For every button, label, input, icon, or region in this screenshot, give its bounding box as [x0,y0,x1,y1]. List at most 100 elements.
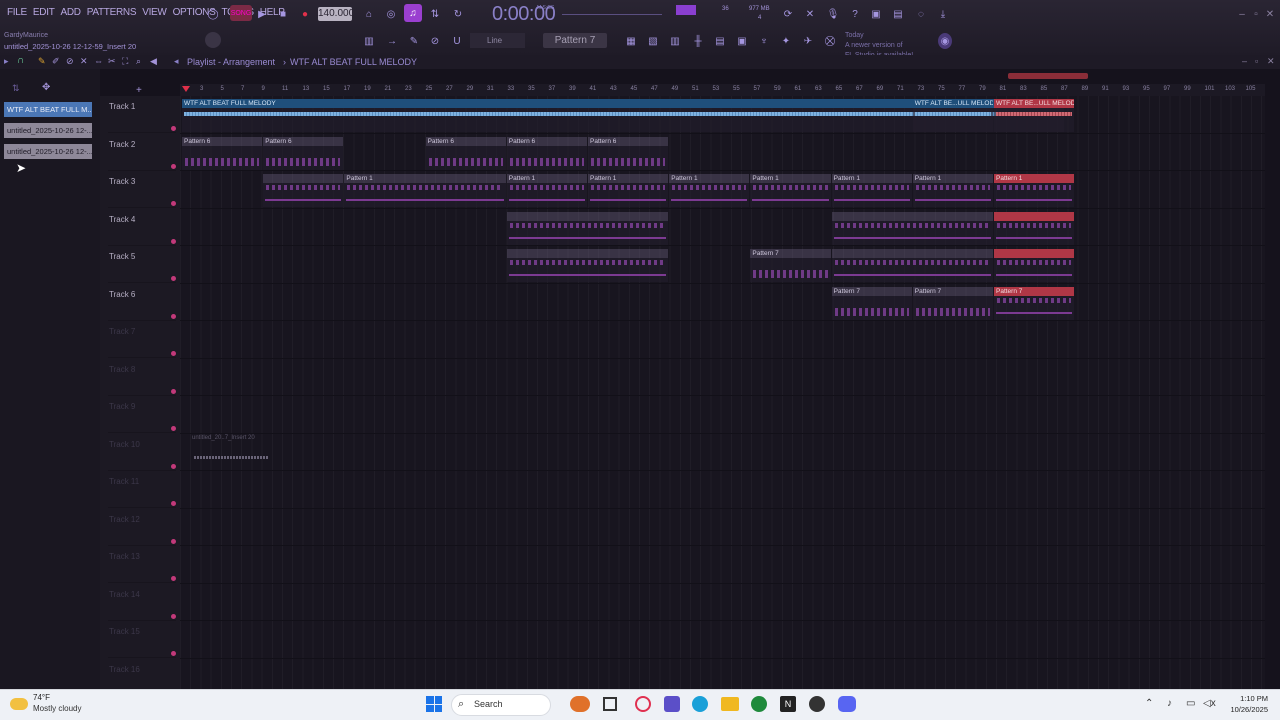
mic-tray-icon[interactable]: ♪ [1167,698,1172,709]
track-lane[interactable] [180,584,1265,621]
back-icon[interactable]: ◂ [174,56,179,67]
playlist-minimize-icon[interactable]: – [1242,56,1247,66]
piano-roll-window-icon[interactable]: ╫ [690,33,706,49]
playlist-clip[interactable]: Pattern 1 [506,174,587,207]
track-mute-indicator[interactable] [171,426,176,431]
arrow-icon[interactable]: → [385,33,399,49]
song-mode-button[interactable]: SONG [230,5,252,21]
track-mute-indicator[interactable] [171,463,176,469]
clip-picker-item[interactable]: untitled_2025-10-26 12-... [4,144,92,159]
track-lane[interactable] [180,621,1265,659]
menu-item[interactable]: FILE [4,7,30,18]
channel-rack-icon[interactable]: ▧ [645,33,661,49]
playhead-marker[interactable] [182,86,190,92]
menu-item[interactable]: ADD [58,7,84,18]
fl-studio-taskbar-icon[interactable] [809,696,825,712]
track-header[interactable]: Track 2 [108,134,176,171]
playlist-clip[interactable]: Pattern 1 [912,174,993,207]
mic-record-icon[interactable]: ♆ [756,33,772,49]
track-header[interactable]: Track 8 [108,359,176,396]
weather-icon[interactable] [10,698,28,710]
select-tool-icon[interactable]: ⛶ [122,56,128,67]
track-mute-indicator[interactable] [171,651,176,656]
track-mute-indicator[interactable] [171,576,176,581]
track-lane[interactable] [180,471,1265,509]
cart-icon[interactable]: ⛒ [822,33,838,49]
playlist-clip[interactable]: Pattern 6 [425,136,506,170]
close-icon[interactable]: ✕ [1264,6,1276,22]
master-volume-knob[interactable] [205,32,221,48]
display-tray-icon[interactable]: ▭ [1186,698,1195,709]
track-header[interactable]: Track 4 [108,209,176,246]
stop-button[interactable]: ■ [276,6,290,22]
menu-item[interactable]: EDIT [30,7,58,18]
track-lane[interactable] [180,546,1265,584]
save-icon[interactable]: ▣ [868,6,884,22]
track-lane[interactable] [180,321,1265,359]
track-lane[interactable] [180,284,1265,321]
snap-select[interactable]: Line [470,33,525,48]
magnet-snap-icon[interactable]: ∩ [17,55,24,66]
clip-picker-item[interactable]: WTF ALT BEAT FULL M... [4,102,92,117]
piano-roll-icon[interactable]: ▥ [360,33,378,49]
playlist-clip[interactable] [263,174,344,207]
track-header[interactable]: Track 11 [108,471,176,508]
playlist-close-icon[interactable]: ✕ [1267,56,1275,67]
magnet-icon[interactable]: U [450,33,464,49]
app-icon[interactable] [664,696,680,712]
menu-item[interactable]: PATTERNS [84,7,139,18]
blend-icon[interactable]: ⇅ [427,6,443,22]
discord-icon[interactable] [838,696,856,712]
track-header[interactable]: Track 12 [108,509,176,546]
track-header[interactable]: Track 6 [108,284,176,321]
track-lane[interactable] [180,434,1265,471]
countdown-icon[interactable]: ♫ [404,4,422,22]
playlist-clip[interactable]: Pattern 6 [182,136,263,170]
loop-record-icon[interactable]: ↻ [450,6,466,22]
paint-tool-icon[interactable]: ✐ [52,56,60,67]
playlist-icon[interactable]: ▦ [623,33,639,49]
pencil-icon[interactable]: ✎ [407,33,421,49]
playlist-clip[interactable] [831,211,993,245]
playlist-maximize-icon[interactable]: ▫ [1255,56,1258,66]
draw-tool-icon[interactable]: ✎ [38,56,46,67]
track-mute-indicator[interactable] [171,276,176,281]
maximize-icon[interactable]: ▫ [1250,6,1262,22]
start-icon[interactable] [426,696,442,712]
plugin-icon[interactable]: ▤ [890,6,906,22]
track-lane[interactable] [180,246,1265,284]
clock-time[interactable]: 1:10 PM [1222,694,1268,703]
tray-chevron-icon[interactable]: ⌃ [1145,698,1153,709]
horizontal-scrollbar[interactable] [1008,73,1088,79]
metronome-icon[interactable]: ◯ [204,6,222,22]
playlist-clip[interactable]: Pattern 1 [344,174,506,207]
playlist-clip[interactable] [506,211,669,245]
track-mute-indicator[interactable] [171,351,176,356]
playlist-clip[interactable]: Pattern 1 [750,174,831,207]
link-icon[interactable]: ⊘ [428,33,442,49]
play-button[interactable]: ▶ [255,6,269,22]
record-button[interactable]: ● [298,6,312,22]
touch-icon[interactable]: ✈ [800,33,816,49]
plugin-db-icon[interactable]: ▣ [734,33,750,49]
track-mute-indicator[interactable] [171,313,176,319]
track-mute-indicator[interactable] [171,126,176,131]
playlist-clip[interactable]: WTF ALT BE...ULL MELODY [912,99,993,132]
delete-tool-icon[interactable]: ⊘ [66,56,74,67]
mixer-icon[interactable]: ▥ [667,33,683,49]
zoom-tool-icon[interactable]: ⌕ [136,56,141,67]
export-icon[interactable]: ⤓ [935,6,951,22]
pattern-pick-icon[interactable]: ⌂ [362,6,376,22]
mute-tool-icon[interactable]: ✕ [80,56,88,67]
track-header[interactable]: Track 1 [108,96,176,133]
playlist-arrow-icon[interactable]: ▸ [4,56,9,67]
track-mute-indicator[interactable] [171,201,176,206]
track-mute-indicator[interactable] [171,538,176,544]
script-icon[interactable]: ✦ [778,33,794,49]
playlist-clip[interactable]: Pattern 1 [831,174,912,207]
menu-item[interactable]: VIEW [139,7,169,18]
playlist-clip[interactable]: Pattern 7 [912,286,993,320]
playlist-clip[interactable]: Pattern 6 [263,136,344,170]
track-mute-indicator[interactable] [171,613,176,619]
wait-icon[interactable]: ◎ [383,6,399,22]
